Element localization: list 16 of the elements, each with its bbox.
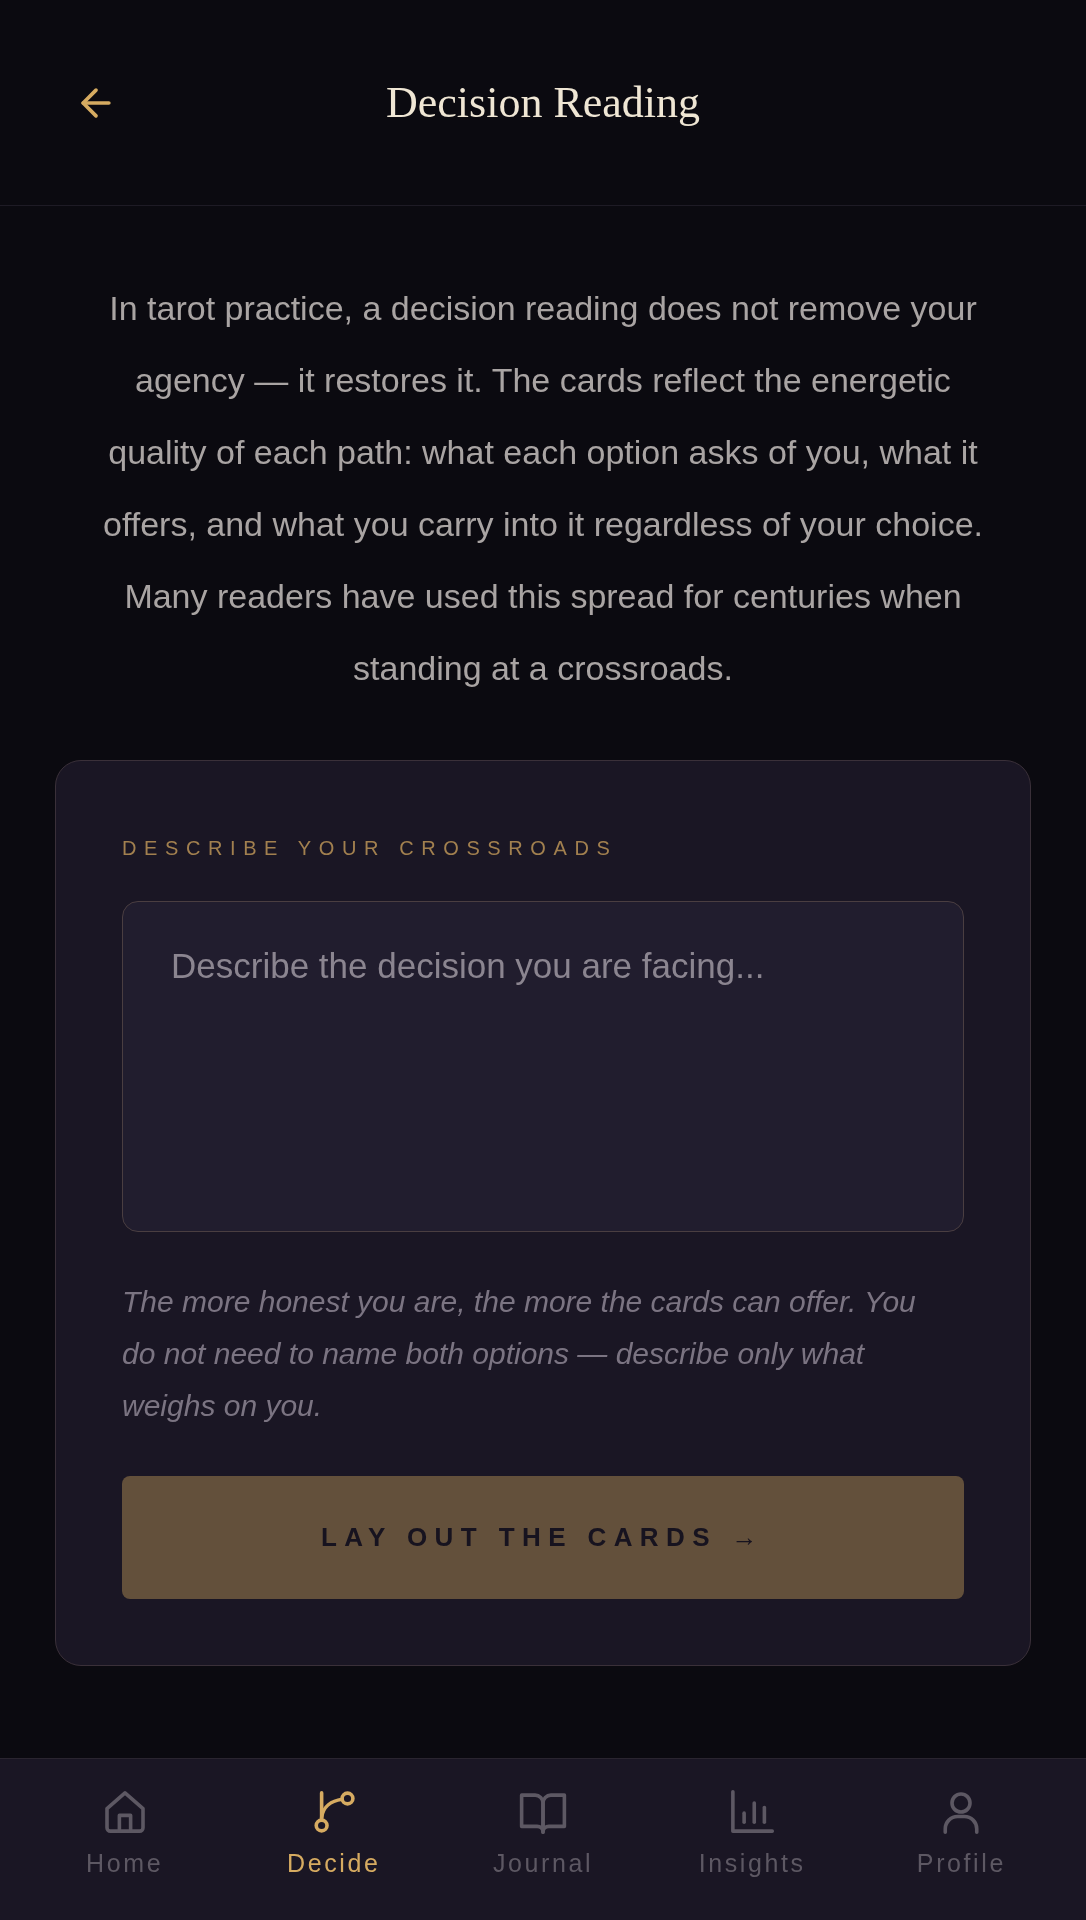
intro-paragraph: In tarot practice, a decision reading does not remove your agency — it restores it. The cards reflect the energetic quality of each path: what each option asks of you, what it offers, and what you carry into it regardless of your choice. Many readers have used this spread for centuries when standing at a crossroads. [101, 288, 984, 689]
nav-label: Journal [492, 1849, 594, 1878]
nav-label: Profile [916, 1849, 1006, 1878]
nav-label: Insights [698, 1849, 806, 1878]
nav-label: Decide [287, 1849, 381, 1878]
nav-tab[interactable]: Journal [438, 1759, 648, 1920]
page-title: Decision Reading [384, 77, 701, 128]
field-label: DESCRIBE YOUR CROSSROADS [122, 836, 619, 861]
hint-text: The more honest you are, the more the cards can offer. You do not need to name both options — describe only what weighs on you. [122, 1284, 917, 1424]
nav-tab[interactable]: Home [20, 1759, 230, 1920]
lay-out-cards-button[interactable]: LAY OUT THE CARDS → [122, 1476, 964, 1599]
nav-label: Home [86, 1849, 164, 1878]
nav-tab[interactable]: Profile [856, 1759, 1066, 1920]
input-field[interactable]: Describe the decision you are facing... [122, 901, 964, 1232]
nav-tab[interactable]: Decide [229, 1759, 439, 1920]
nav-tab[interactable]: Insights [647, 1759, 857, 1920]
